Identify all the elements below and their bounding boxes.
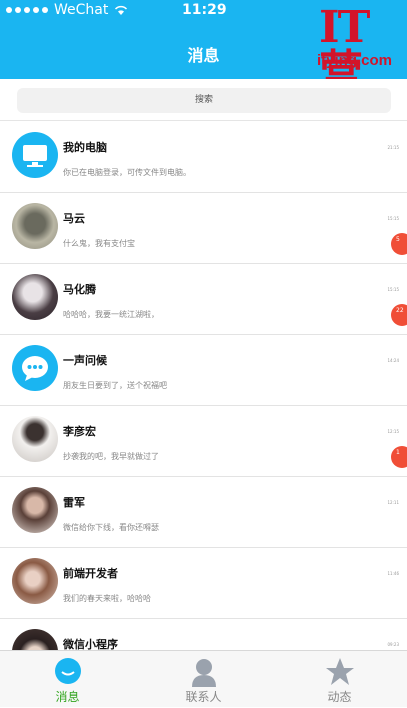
search-bar: 搜索 bbox=[0, 79, 407, 121]
avatar bbox=[12, 274, 58, 320]
conversation-name: 我的电脑 bbox=[63, 141, 107, 154]
conversation-time: 15:15 bbox=[387, 216, 399, 221]
avatar bbox=[12, 487, 58, 533]
conversation-name: 马化腾 bbox=[63, 283, 96, 296]
tab-label: 联系人 bbox=[185, 690, 222, 704]
unread-badge: 1 bbox=[391, 446, 407, 468]
conversation-name: 一声问候 bbox=[63, 354, 107, 367]
logo-url: itying.com bbox=[317, 52, 393, 69]
person-icon bbox=[192, 659, 216, 687]
conversation-time: 15:15 bbox=[387, 287, 399, 292]
avatar bbox=[12, 203, 58, 249]
avatar bbox=[12, 558, 58, 604]
conversation-time: 09:23 bbox=[387, 642, 399, 647]
status-time: 11:29 bbox=[182, 2, 227, 18]
conversation-list: 我的电脑 你已在电脑登录，可传文件到电脑。 21:15 马云 什么鬼，我有支付宝… bbox=[0, 122, 407, 690]
itying-logo: IT营 itying.com bbox=[315, 6, 403, 94]
conversation-preview: 我们的春天来啦，哈哈哈 bbox=[63, 594, 151, 603]
chat-bubble-avatar-icon bbox=[12, 345, 58, 391]
bottom-tab-bar: 消息 联系人 动态 bbox=[0, 650, 407, 707]
unread-badge: 5 bbox=[391, 233, 407, 255]
conversation-name: 雷军 bbox=[63, 496, 85, 509]
conversation-preview: 哈哈哈，我要一统江湖啦， bbox=[63, 310, 159, 319]
conversation-row-frontend-dev[interactable]: 前端开发者 我们的春天来啦，哈哈哈 11:46 bbox=[0, 548, 407, 619]
carrier-name: WeChat bbox=[54, 2, 109, 18]
conversation-row-liyanhong[interactable]: 李彦宏 抄袭我的吧，我早就做过了 12:15 1 bbox=[0, 406, 407, 477]
conversation-row-mahuateng[interactable]: 马化腾 哈哈哈，我要一统江湖啦， 15:15 22 bbox=[0, 264, 407, 335]
conversation-row-mayun[interactable]: 马云 什么鬼，我有支付宝 15:15 5 bbox=[0, 193, 407, 264]
wifi-icon bbox=[115, 5, 128, 15]
conversation-time: 21:15 bbox=[387, 145, 399, 150]
carrier-group: WeChat bbox=[6, 2, 128, 18]
star-icon bbox=[326, 658, 354, 685]
conversation-time: 12:11 bbox=[387, 500, 399, 505]
conversation-time: 11:46 bbox=[387, 571, 399, 576]
tab-label: 消息 bbox=[55, 690, 80, 704]
unread-badge: 22 bbox=[391, 304, 407, 326]
tab-label: 动态 bbox=[327, 690, 352, 704]
conversation-preview: 抄袭我的吧，我早就做过了 bbox=[63, 452, 159, 461]
conversation-row-leijun[interactable]: 雷军 微信给你下线，看你还嘚瑟 12:11 bbox=[0, 477, 407, 548]
conversation-preview: 朋友生日要到了，送个祝福吧 bbox=[63, 381, 167, 390]
conversation-name: 马云 bbox=[63, 212, 85, 225]
conversation-name: 李彦宏 bbox=[63, 425, 96, 438]
avatar bbox=[12, 416, 58, 462]
chat-bubble-icon bbox=[55, 658, 81, 684]
conversation-row-my-computer[interactable]: 我的电脑 你已在电脑登录，可传文件到电脑。 21:15 bbox=[0, 122, 407, 193]
conversation-row-greeting[interactable]: 一声问候 朋友生日要到了，送个祝福吧 14:24 bbox=[0, 335, 407, 406]
tab-messages[interactable]: 消息 bbox=[0, 651, 135, 708]
conversation-time: 14:24 bbox=[387, 358, 399, 363]
conversation-preview: 什么鬼，我有支付宝 bbox=[63, 239, 135, 248]
tab-moments[interactable]: 动态 bbox=[272, 651, 407, 708]
tab-contacts[interactable]: 联系人 bbox=[136, 651, 271, 708]
conversation-preview: 你已在电脑登录，可传文件到电脑。 bbox=[63, 168, 191, 177]
conversation-name: 前端开发者 bbox=[63, 567, 118, 580]
search-button[interactable]: 搜索 bbox=[17, 88, 391, 113]
computer-avatar-icon bbox=[12, 132, 58, 178]
signal-icon bbox=[6, 7, 48, 13]
conversation-time: 12:15 bbox=[387, 429, 399, 434]
conversation-preview: 微信给你下线，看你还嘚瑟 bbox=[63, 523, 159, 532]
